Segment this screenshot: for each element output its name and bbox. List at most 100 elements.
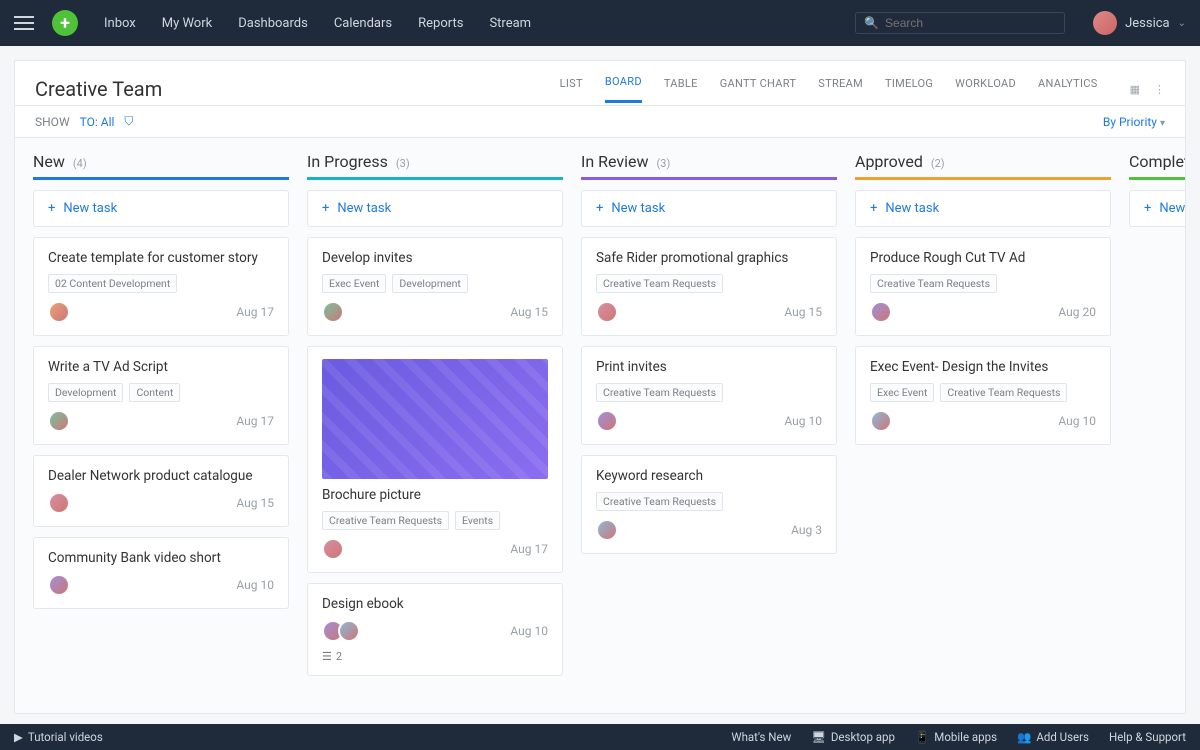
search-box[interactable]: 🔍 xyxy=(855,12,1065,34)
new-task-button[interactable]: +New task xyxy=(1129,190,1185,227)
new-task-button[interactable]: +New task xyxy=(855,190,1111,227)
menu-icon[interactable] xyxy=(14,16,34,30)
task-card[interactable]: Write a TV Ad ScriptDevelopmentContentAu… xyxy=(33,346,289,445)
tag[interactable]: Creative Team Requests xyxy=(940,383,1067,402)
tag[interactable]: Exec Event xyxy=(870,383,934,402)
tag[interactable]: Creative Team Requests xyxy=(596,383,723,402)
tag[interactable]: 02 Content Development xyxy=(48,274,177,293)
new-task-button[interactable]: +New task xyxy=(33,190,289,227)
assignees xyxy=(322,538,344,560)
subtask-count[interactable]: ☰ 2 xyxy=(322,650,548,663)
task-card[interactable]: Print invitesCreative Team RequestsAug 1… xyxy=(581,346,837,445)
task-card[interactable]: Exec Event- Design the Invites Exec Event… xyxy=(855,346,1111,445)
avatar xyxy=(1093,11,1117,35)
column-header: In Review(3) xyxy=(581,152,837,180)
nav-dashboards[interactable]: Dashboards xyxy=(238,16,308,31)
avatar[interactable] xyxy=(48,301,70,323)
card-date: Aug 15 xyxy=(784,305,822,319)
nav-inbox[interactable]: Inbox xyxy=(104,16,136,31)
task-card[interactable]: Develop invites Exec Event Development Aug … xyxy=(307,237,563,336)
card-date: Aug 10 xyxy=(510,624,548,638)
card-footer: Aug 17 xyxy=(322,538,548,560)
avatar[interactable] xyxy=(48,492,70,514)
assignees xyxy=(48,301,70,323)
filter-bar: SHOW TO: All ⛉ By Priority ▾ xyxy=(15,105,1185,138)
avatar[interactable] xyxy=(48,410,70,432)
tag[interactable]: Development xyxy=(48,383,123,402)
task-card[interactable]: Safe Rider promotional graphicsCreative … xyxy=(581,237,837,336)
nav-stream[interactable]: Stream xyxy=(489,16,531,31)
column-count: (4) xyxy=(73,157,87,170)
nav-mywork[interactable]: My Work xyxy=(162,16,212,31)
list-icon: ☰ xyxy=(322,650,332,663)
avatar[interactable] xyxy=(322,301,344,323)
folder-icon[interactable]: ▦ xyxy=(1130,83,1140,96)
tab-board[interactable]: BOARD xyxy=(605,75,642,103)
avatar[interactable] xyxy=(48,574,70,596)
tag[interactable]: Development xyxy=(392,274,467,293)
card-date: Aug 17 xyxy=(236,305,274,319)
more-icon[interactable]: ⋮ xyxy=(1154,83,1165,96)
task-card[interactable]: Community Bank video shortAug 10 xyxy=(33,537,289,609)
avatar[interactable] xyxy=(322,538,344,560)
footer-mobile[interactable]: 📱Mobile apps xyxy=(915,730,997,744)
tab-timelog[interactable]: TIMELOG xyxy=(885,77,933,102)
avatar[interactable] xyxy=(338,620,360,642)
view-tabs: LIST BOARD TABLE GANTT CHART STREAM TIME… xyxy=(560,75,1165,103)
tab-analytics[interactable]: ANALYTICS xyxy=(1038,77,1098,102)
tag[interactable]: Creative Team Requests xyxy=(596,492,723,511)
filter-icon[interactable]: ⛉ xyxy=(124,114,133,129)
add-button[interactable]: + xyxy=(52,10,78,36)
tag[interactable]: Events xyxy=(455,511,500,530)
card-footer: Aug 15 xyxy=(322,301,548,323)
card-date: Aug 20 xyxy=(1058,305,1096,319)
tag[interactable]: Creative Team Requests xyxy=(322,511,449,530)
tab-list[interactable]: LIST xyxy=(560,77,583,102)
card-title: Exec Event- Design the Invites xyxy=(870,359,1096,375)
avatar[interactable] xyxy=(870,410,892,432)
search-input[interactable] xyxy=(885,16,1056,30)
nav-reports[interactable]: Reports xyxy=(418,16,463,31)
card-tags: Creative Team Requests Events xyxy=(322,511,548,530)
task-card[interactable]: Dealer Network product catalogueAug 15 xyxy=(33,455,289,527)
search-icon: 🔍 xyxy=(864,16,879,30)
task-card[interactable]: Keyword researchCreative Team RequestsAu… xyxy=(581,455,837,554)
card-footer: Aug 10 xyxy=(870,410,1096,432)
footer-addusers[interactable]: 👥Add Users xyxy=(1017,730,1089,744)
user-menu[interactable]: Jessica ⌄ xyxy=(1093,11,1186,35)
tab-gantt[interactable]: GANTT CHART xyxy=(720,77,797,102)
new-task-button[interactable]: +New task xyxy=(581,190,837,227)
card-title: Community Bank video short xyxy=(48,550,274,566)
assignees xyxy=(48,574,70,596)
card-date: Aug 10 xyxy=(784,414,822,428)
nav-calendars[interactable]: Calendars xyxy=(334,16,392,31)
card-title: Develop invites xyxy=(322,250,548,266)
tag[interactable]: Creative Team Requests xyxy=(870,274,997,293)
card-title: Dealer Network product catalogue xyxy=(48,468,274,484)
tutorial-link[interactable]: ▶Tutorial videos xyxy=(14,730,103,744)
new-task-button[interactable]: +New task xyxy=(307,190,563,227)
task-card[interactable]: Design ebookAug 10☰ 2 xyxy=(307,583,563,676)
tag[interactable]: Creative Team Requests xyxy=(596,274,723,293)
task-card[interactable]: Brochure pictureCreative Team RequestsEv… xyxy=(307,346,563,573)
column-approved: Approved(2)+New taskProduce Rough Cut TV… xyxy=(855,152,1111,699)
task-card[interactable]: Create template for customer story02 Con… xyxy=(33,237,289,336)
footer-whatsnew[interactable]: What's New xyxy=(731,730,791,744)
column-header: Completed xyxy=(1129,152,1185,180)
footer-help[interactable]: Help & Support xyxy=(1109,730,1186,744)
tab-table[interactable]: TABLE xyxy=(664,77,698,102)
avatar[interactable] xyxy=(596,410,618,432)
avatar[interactable] xyxy=(870,301,892,323)
avatar[interactable] xyxy=(596,519,618,541)
filter-to[interactable]: TO: All xyxy=(80,115,115,129)
tag[interactable]: Exec Event xyxy=(322,274,386,293)
avatar[interactable] xyxy=(596,301,618,323)
task-card[interactable]: Produce Rough Cut TV AdCreative Team Req… xyxy=(855,237,1111,336)
footer-desktop[interactable]: 🖥Desktop app xyxy=(811,730,895,744)
sort-dropdown[interactable]: By Priority ▾ xyxy=(1103,115,1165,129)
tab-workload[interactable]: WORKLOAD xyxy=(955,77,1016,102)
tag[interactable]: Content xyxy=(129,383,180,402)
column-title: New xyxy=(33,152,65,171)
tab-stream[interactable]: STREAM xyxy=(818,77,863,102)
plus-icon: + xyxy=(870,201,877,216)
